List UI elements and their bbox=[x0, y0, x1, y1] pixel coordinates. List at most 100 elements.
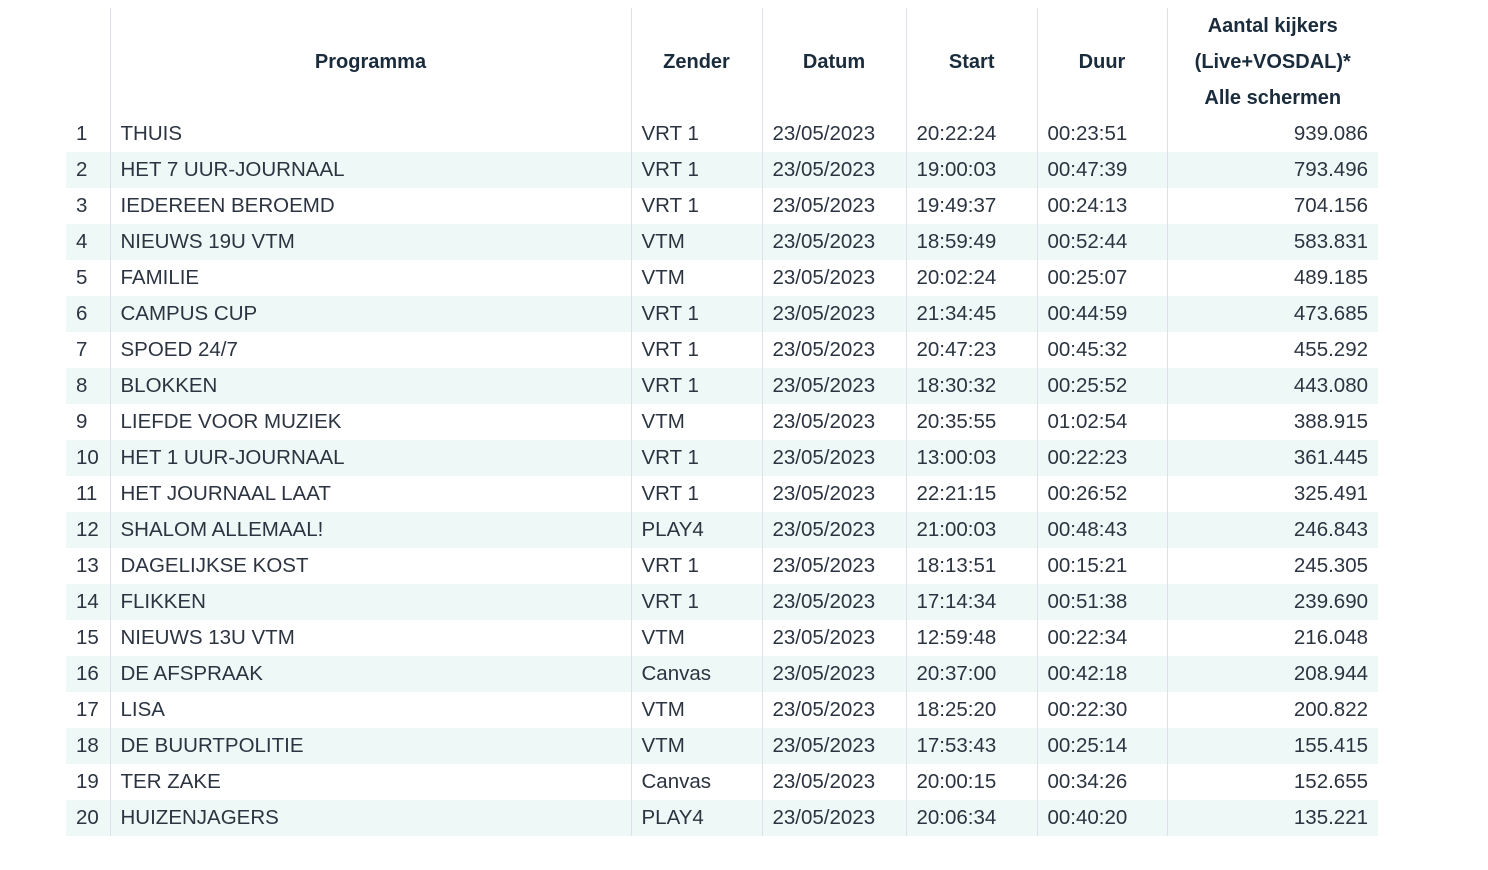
cell-rank: 3 bbox=[76, 194, 88, 217]
cell-start: 13:00:03 bbox=[905, 440, 1037, 476]
cell-rank: 7 bbox=[76, 338, 88, 361]
cell-start: 21:34:45 bbox=[905, 296, 1037, 332]
cell-duur: 00:25:07 bbox=[1036, 260, 1167, 296]
cell-start: 17:53:43 bbox=[905, 728, 1037, 764]
cell-datum: 23/05/2023 bbox=[761, 260, 906, 296]
cell-kijkers: 583.831 bbox=[1166, 224, 1378, 260]
cell-duur: 00:22:30 bbox=[1036, 692, 1167, 728]
cell-duur: 00:52:44 bbox=[1036, 224, 1167, 260]
cell-start: 20:35:55 bbox=[905, 404, 1037, 440]
table-row: 13 DAGELIJKSE KOST VRT 1 23/05/2023 18:13:51… bbox=[66, 548, 1378, 584]
cell-programma: NIEUWS 13U VTM bbox=[109, 620, 631, 656]
cell-programma: HET 1 UUR-JOURNAAL bbox=[109, 440, 631, 476]
cell-duur: 00:25:14 bbox=[1036, 728, 1167, 764]
cell-start: 17:14:34 bbox=[905, 584, 1037, 620]
cell-programma: DE AFSPRAAK bbox=[109, 656, 631, 692]
cell-datum: 23/05/2023 bbox=[761, 368, 906, 404]
cell-datum: 23/05/2023 bbox=[761, 800, 906, 836]
cell-kijkers: 152.655 bbox=[1166, 764, 1378, 800]
cell-datum: 23/05/2023 bbox=[761, 152, 906, 188]
table-row: 19 TER ZAKE Canvas 23/05/2023 20:00:15 00:34:… bbox=[66, 764, 1378, 800]
cell-kijkers: 455.292 bbox=[1166, 332, 1378, 368]
cell-start: 12:59:48 bbox=[905, 620, 1037, 656]
cell-rank: 6 bbox=[66, 296, 110, 332]
table-row: 17 LISA VTM 23/05/2023 18:25:20 00:22:30 200.8… bbox=[66, 692, 1378, 728]
cell-kijkers: 704.156 bbox=[1166, 188, 1378, 224]
cell-start: 18:25:20 bbox=[905, 692, 1037, 728]
table-row: 18 DE BUURTPOLITIE VTM 23/05/2023 17:53:43 00… bbox=[66, 728, 1378, 764]
cell-duur: 00:22:34 bbox=[1036, 620, 1167, 656]
table-row: 3 IEDEREEN BEROEMD VRT 1 23/05/2023 19:49:37… bbox=[66, 188, 1378, 224]
cell-datum: 23/05/2023 bbox=[761, 224, 906, 260]
cell-rank: 10 bbox=[66, 440, 110, 476]
table-row: 11 HET JOURNAAL LAAT VRT 1 23/05/2023 22:21:… bbox=[66, 476, 1378, 512]
cell-programma: SHALOM ALLEMAAL! bbox=[109, 512, 631, 548]
table-header-row: Programma Zender Datum Start Duur Aantal… bbox=[66, 8, 1378, 116]
cell-zender: PLAY4 bbox=[630, 512, 762, 548]
cell-programma: FLIKKEN bbox=[109, 584, 631, 620]
cell-duur: 00:23:51 bbox=[1036, 116, 1167, 152]
cell-rank: 13 bbox=[76, 554, 99, 577]
table-row: 16 DE AFSPRAAK Canvas 23/05/2023 20:37:00 00:… bbox=[66, 656, 1378, 692]
cell-rank: 11 bbox=[76, 482, 98, 505]
cell-kijkers: 246.843 bbox=[1166, 512, 1378, 548]
cell-rank: 14 bbox=[66, 584, 110, 620]
cell-zender: VRT 1 bbox=[630, 440, 762, 476]
cell-duur: 00:51:38 bbox=[1036, 584, 1167, 620]
cell-datum: 23/05/2023 bbox=[761, 404, 906, 440]
cell-programma: CAMPUS CUP bbox=[109, 296, 631, 332]
cell-rank: 9 bbox=[76, 410, 88, 433]
cell-duur: 00:34:26 bbox=[1036, 764, 1167, 800]
cell-datum: 23/05/2023 bbox=[761, 692, 906, 728]
table-row: 8 BLOKKEN VRT 1 23/05/2023 18:30:32 00:25:52 4… bbox=[66, 368, 1378, 404]
cell-duur: 00:24:13 bbox=[1036, 188, 1167, 224]
header-datum: Datum bbox=[761, 8, 906, 116]
table-row: 14 FLIKKEN VRT 1 23/05/2023 17:14:34 00:51:38… bbox=[66, 584, 1378, 620]
cell-programma: DE BUURTPOLITIE bbox=[109, 728, 631, 764]
cell-zender: VTM bbox=[630, 692, 762, 728]
cell-start: 20:37:00 bbox=[905, 656, 1037, 692]
cell-zender: VTM bbox=[630, 728, 762, 764]
cell-start: 18:13:51 bbox=[905, 548, 1037, 584]
cell-rank: 20 bbox=[66, 800, 110, 836]
cell-datum: 23/05/2023 bbox=[761, 656, 906, 692]
cell-programma: DAGELIJKSE KOST bbox=[109, 548, 631, 584]
table-row: 2 HET 7 UUR-JOURNAAL VRT 1 23/05/2023 19:00:… bbox=[66, 152, 1378, 188]
cell-datum: 23/05/2023 bbox=[761, 728, 906, 764]
cell-programma: SPOED 24/7 bbox=[109, 332, 631, 368]
cell-kijkers: 489.185 bbox=[1166, 260, 1378, 296]
cell-rank: 15 bbox=[76, 626, 99, 649]
cell-kijkers: 793.496 bbox=[1166, 152, 1378, 188]
cell-datum: 23/05/2023 bbox=[761, 296, 906, 332]
cell-datum: 23/05/2023 bbox=[761, 188, 906, 224]
cell-start: 18:59:49 bbox=[905, 224, 1037, 260]
cell-datum: 23/05/2023 bbox=[761, 512, 906, 548]
table-row: 5 FAMILIE VTM 23/05/2023 20:02:24 00:25:07 489… bbox=[66, 260, 1378, 296]
table-row: 10 HET 1 UUR-JOURNAAL VRT 1 23/05/2023 13:00… bbox=[66, 440, 1378, 476]
cell-programma: IEDEREEN BEROEMD bbox=[109, 188, 631, 224]
cell-datum: 23/05/2023 bbox=[761, 476, 906, 512]
cell-datum: 23/05/2023 bbox=[761, 332, 906, 368]
header-rank bbox=[66, 8, 110, 116]
cell-programma: FAMILIE bbox=[109, 260, 631, 296]
cell-kijkers: 325.491 bbox=[1166, 476, 1378, 512]
table-row: 20 HUIZENJAGERS PLAY4 23/05/2023 20:06:34 00:… bbox=[66, 800, 1378, 836]
cell-programma: THUIS bbox=[109, 116, 631, 152]
cell-zender: VRT 1 bbox=[630, 116, 762, 152]
cell-zender: VTM bbox=[630, 260, 762, 296]
cell-kijkers: 361.445 bbox=[1166, 440, 1378, 476]
cell-start: 21:00:03 bbox=[905, 512, 1037, 548]
cell-rank: 8 bbox=[66, 368, 110, 404]
cell-start: 20:06:34 bbox=[905, 800, 1037, 836]
cell-start: 20:02:24 bbox=[905, 260, 1037, 296]
cell-duur: 00:48:43 bbox=[1036, 512, 1167, 548]
cell-zender: VRT 1 bbox=[630, 476, 762, 512]
cell-rank: 12 bbox=[66, 512, 110, 548]
cell-kijkers: 443.080 bbox=[1166, 368, 1378, 404]
table-row: 4 NIEUWS 19U VTM VTM 23/05/2023 18:59:49 00:5… bbox=[66, 224, 1378, 260]
cell-zender: Canvas bbox=[630, 764, 762, 800]
cell-rank: 16 bbox=[66, 656, 110, 692]
cell-programma: NIEUWS 19U VTM bbox=[109, 224, 631, 260]
cell-datum: 23/05/2023 bbox=[761, 620, 906, 656]
cell-kijkers: 388.915 bbox=[1166, 404, 1378, 440]
